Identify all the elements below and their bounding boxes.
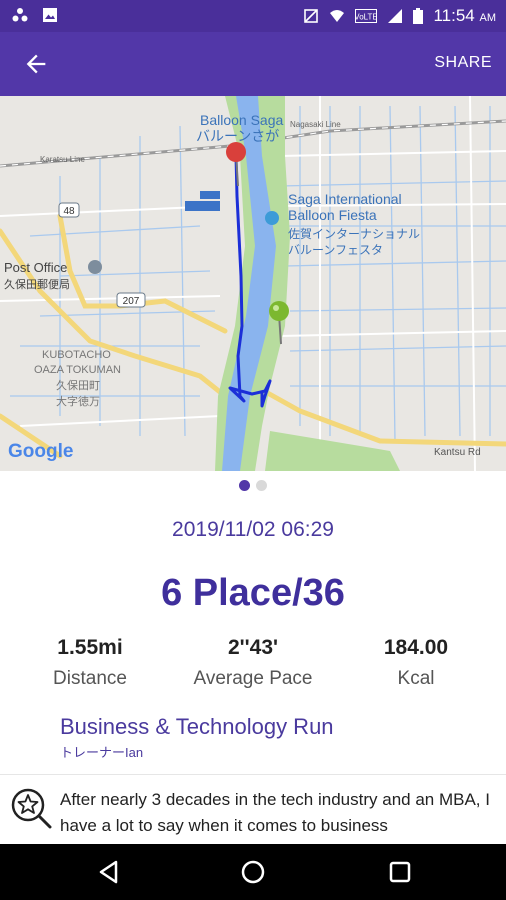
course-title[interactable]: Business & Technology Run [60,714,334,740]
route-map[interactable]: 48 207 Balloon Saga バルーンさが Saga Internat… [0,96,506,471]
course-description-text: After nearly 3 decades in the tech indus… [60,790,490,835]
pager-dot-1[interactable] [239,480,250,491]
pager-dot-2[interactable] [256,480,267,491]
stat-distance-value: 1.55mi [57,636,123,659]
status-am-pm: AM [479,12,497,24]
home-circle-icon[interactable] [239,858,267,886]
back-triangle-icon[interactable] [95,858,123,886]
pager-indicator [0,480,506,491]
run-datetime: 2019/11/02 06:29 [172,518,334,541]
area-label-1: KUBOTACHO [42,349,111,361]
status-time-value: 11:54 [433,6,475,25]
star-search-icon [11,788,52,829]
balloon-saga-jp-label: バルーンさが [196,128,279,144]
mute-icon [304,9,319,23]
area-jp-label-2: 大字徳万 [56,394,100,408]
svg-text:207: 207 [123,296,140,307]
area-label-2: OAZA TOKUMAN [34,364,121,376]
share-button[interactable]: SHARE [434,54,492,72]
google-logo: Google [8,441,73,462]
battery-icon [413,8,424,24]
stat-kcal-value: 184.00 [383,636,449,659]
post-office-jp-label: 久保田郵便局 [4,277,70,291]
app-bar: SHARE [0,32,506,96]
map-canvas: 48 207 Balloon Saga バルーンさが Saga Internat… [0,96,506,471]
run-place: 6 Place/36 [161,572,345,614]
route-207-shield: 207 [116,292,146,308]
arrow-left-icon[interactable] [22,50,50,78]
wifi-icon [330,10,345,22]
status-bar: VoLTE 11:54 AM [0,0,506,32]
route-48-shield: 48 [58,202,80,218]
svg-text:48: 48 [63,206,75,217]
navigation-bar [0,844,506,900]
status-time: 11:54 AM [433,6,496,26]
dots-icon [12,8,28,22]
course-description: After nearly 3 decades in the tech indus… [0,774,506,845]
stat-kcal-label: Kcal [397,668,435,689]
festival-poi-icon [265,211,279,225]
stat-distance-label: Distance [53,668,127,689]
stat-kcal: 184.00 Kcal [331,636,501,690]
stat-pace: 2''43' Average Pace [168,636,338,690]
post-office-poi-icon [88,260,102,274]
post-office-label: Post Office [4,260,67,275]
recents-square-icon[interactable] [386,858,414,886]
karatsu-line-label: Karatsu Line [40,155,85,164]
stat-pace-label: Average Pace [193,668,313,689]
volte-icon: VoLTE [355,9,378,23]
signal-icon [388,9,403,23]
balloon-saga-label: Balloon Saga [200,112,284,128]
image-icon [43,8,57,22]
svg-text:VoLTE: VoLTE [355,13,377,22]
festival-jp-label-2: バルーンフェスタ [288,243,383,257]
festival-label-2: Balloon Fiesta [288,207,377,223]
stat-pace-value: 2''43' [227,636,279,659]
nagasaki-line-label: Nagasaki Line [290,120,341,129]
kantsu-road-label: Kantsu Rd [434,447,481,458]
festival-jp-label-1: 佐賀インターナショナル [288,227,420,241]
area-jp-label-1: 久保田町 [56,378,100,392]
trainer-name: トレーナーIan [60,745,144,760]
festival-label-1: Saga International [288,191,402,207]
stat-distance: 1.55mi Distance [5,636,175,690]
